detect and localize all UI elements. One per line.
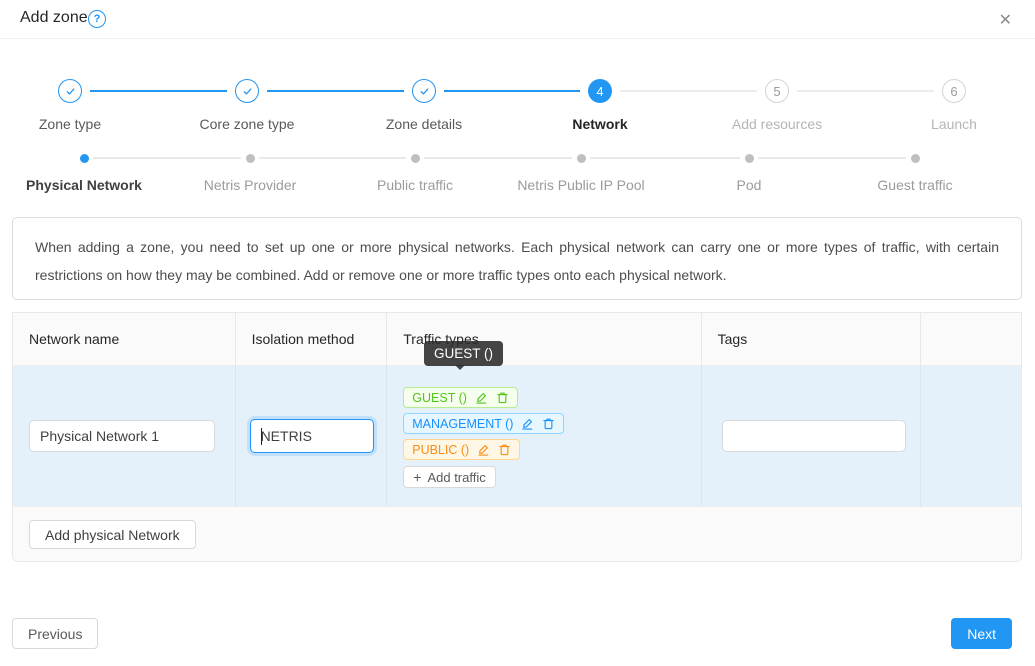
substep-connector (590, 157, 740, 159)
step-label-zone-details: Zone details (339, 116, 509, 132)
table-row: GUEST () MANAGEMENT () (13, 366, 1021, 506)
traffic-types-cell: GUEST () MANAGEMENT () (387, 366, 701, 506)
substep-dot-netris-provider (246, 154, 255, 163)
substep-dot-guest-traffic (911, 154, 920, 163)
substep-connector (259, 157, 406, 159)
next-button[interactable]: Next (951, 618, 1012, 649)
step-label-network: Network (515, 116, 685, 132)
tooltip-arrow (455, 365, 465, 370)
edit-icon[interactable] (521, 417, 534, 430)
step-6-number: 6 (942, 79, 966, 103)
guest-tooltip: GUEST () (424, 341, 503, 366)
traffic-tag-public: PUBLIC () (403, 439, 520, 460)
edit-icon[interactable] (475, 391, 488, 404)
substep-label-guest-traffic: Guest traffic (820, 177, 1010, 193)
substep-dot-physical-network (80, 154, 89, 163)
network-name-cell (13, 366, 236, 506)
guest-tooltip-text: GUEST () (434, 346, 493, 361)
info-box: When adding a zone, you need to set up o… (12, 217, 1022, 300)
edit-icon[interactable] (477, 443, 490, 456)
substep-label-netris-provider: Netris Provider (155, 177, 345, 193)
table-footer: Add physical Network (13, 506, 1021, 561)
tags-cell (702, 366, 922, 506)
substep-connector (424, 157, 572, 159)
tags-input[interactable] (722, 420, 906, 452)
delete-icon[interactable] (496, 391, 509, 404)
step-connector (90, 90, 227, 92)
isolation-method-cell (236, 366, 388, 506)
substep-dot-public-traffic (411, 154, 420, 163)
substep-label-public-traffic: Public traffic (320, 177, 510, 193)
step-label-core-zone-type: Core zone type (162, 116, 332, 132)
help-icon[interactable]: ? (88, 10, 106, 28)
step-label-add-resources: Add resources (692, 116, 862, 132)
step-1-check-icon (58, 79, 82, 103)
step-connector (444, 90, 580, 92)
step-4-number: 4 (588, 79, 612, 103)
text-caret (261, 428, 262, 445)
network-name-input[interactable] (29, 420, 215, 452)
previous-button[interactable]: Previous (12, 618, 98, 649)
add-physical-network-button[interactable]: Add physical Network (29, 520, 196, 549)
plus-icon: + (413, 470, 421, 484)
modal-header: Add zone ? ✕ (0, 0, 1035, 39)
column-header-network-name: Network name (13, 313, 236, 365)
step-5-number: 5 (765, 79, 789, 103)
step-label-launch: Launch (869, 116, 1035, 132)
table-header-row: Network name Isolation method Traffic ty… (13, 313, 1021, 366)
traffic-tag-management: MANAGEMENT () (403, 413, 564, 434)
step-connector (620, 90, 757, 92)
traffic-tag-guest: GUEST () (403, 387, 518, 408)
physical-network-table: Network name Isolation method Traffic ty… (12, 312, 1022, 562)
delete-icon[interactable] (542, 417, 555, 430)
dialog-title: Add zone (20, 9, 88, 27)
isolation-method-input[interactable] (250, 419, 374, 453)
add-traffic-label: Add traffic (427, 470, 485, 485)
step-2-check-icon (235, 79, 259, 103)
substep-connector (93, 157, 241, 159)
substep-label-pod: Pod (654, 177, 844, 193)
step-connector (797, 90, 934, 92)
substep-label-physical-network: Physical Network (0, 177, 179, 193)
substep-dot-netris-public-ip-pool (577, 154, 586, 163)
substep-connector (758, 157, 906, 159)
step-label-zone-type: Zone type (0, 116, 155, 132)
delete-icon[interactable] (498, 443, 511, 456)
traffic-tag-guest-label: GUEST () (412, 391, 467, 405)
traffic-tag-public-label: PUBLIC () (412, 443, 469, 457)
traffic-tag-management-label: MANAGEMENT () (412, 417, 513, 431)
step-connector (267, 90, 404, 92)
close-icon[interactable]: ✕ (997, 8, 1014, 32)
column-header-isolation-method: Isolation method (236, 313, 388, 365)
step-3-check-icon (412, 79, 436, 103)
row-actions-cell (921, 366, 1021, 506)
substep-dot-pod (745, 154, 754, 163)
add-traffic-button[interactable]: + Add traffic (403, 466, 495, 488)
substep-label-netris-public-ip-pool: Netris Public IP Pool (486, 177, 676, 193)
column-header-tags: Tags (702, 313, 922, 365)
column-header-actions (921, 313, 1021, 365)
